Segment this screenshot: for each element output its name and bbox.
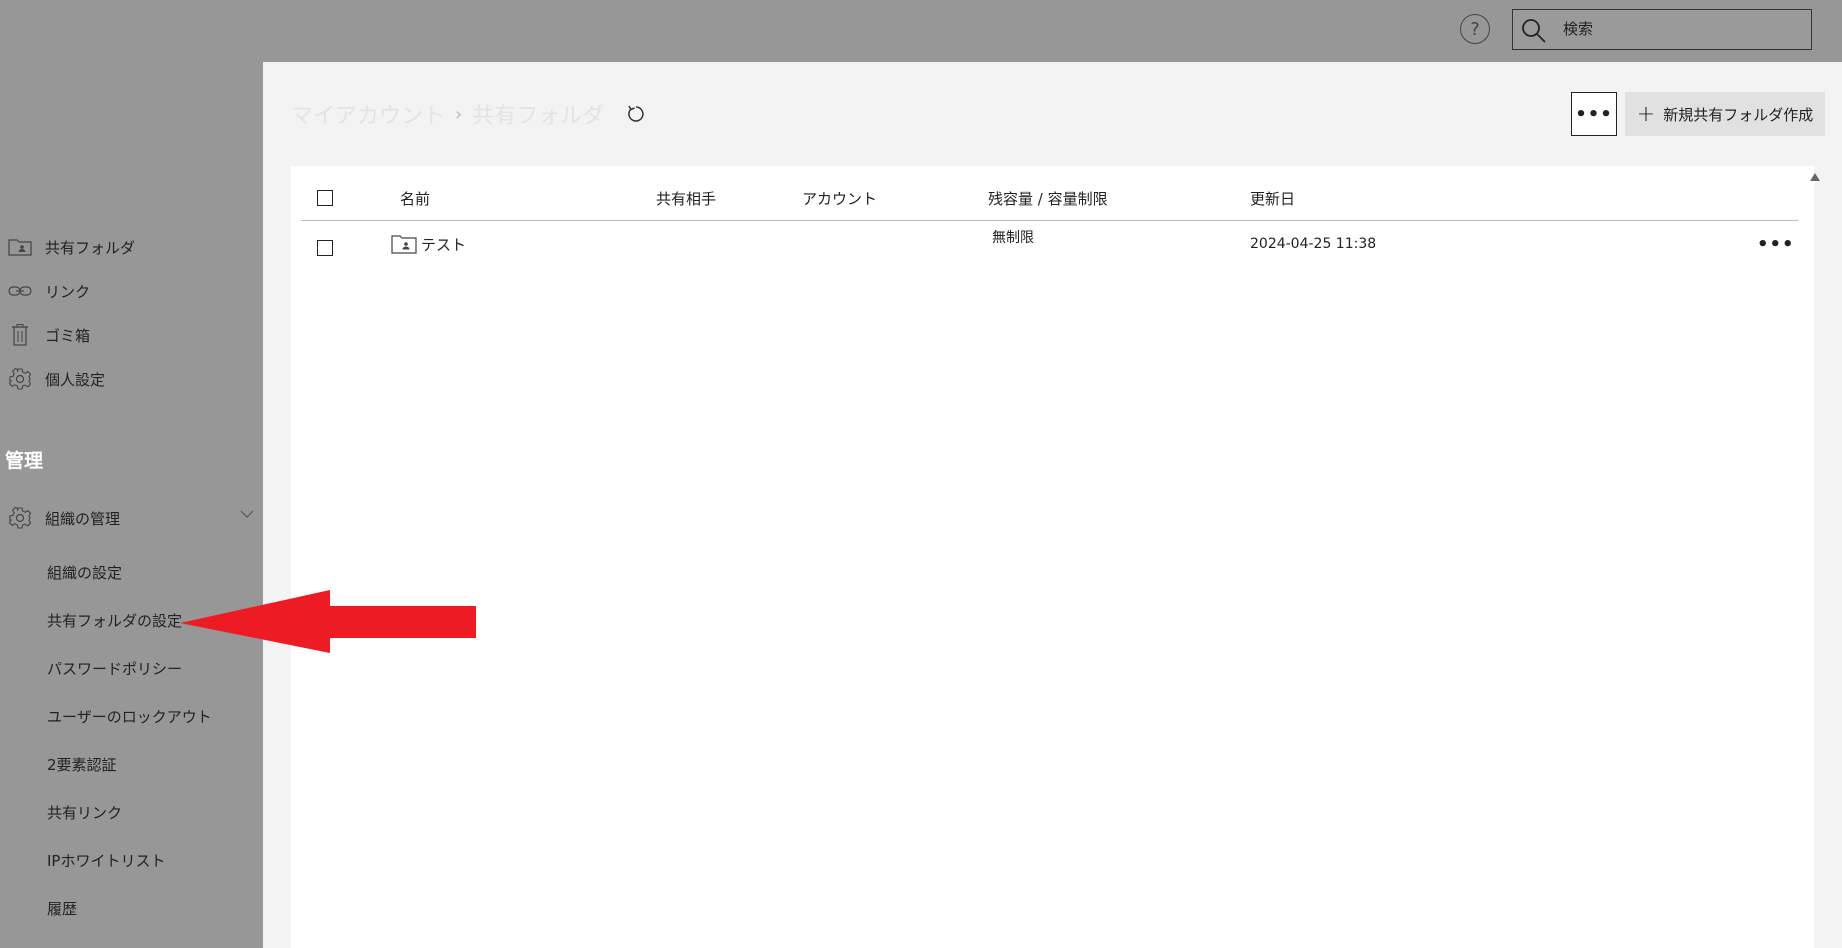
- sidebar-subitem-shared-links[interactable]: 共有リンク: [47, 798, 122, 826]
- scroll-up-arrow[interactable]: [1810, 173, 1820, 181]
- sidebar-subitem-two-factor-auth[interactable]: 2要素認証: [47, 750, 117, 778]
- shared-folder-icon: [391, 234, 417, 258]
- breadcrumb-separator: ›: [455, 103, 463, 125]
- sidebar-item-label: 組織の管理: [45, 509, 121, 528]
- sidebar-item-personal-settings[interactable]: 個人設定: [0, 363, 263, 395]
- column-header-shared-with[interactable]: 共有相手: [656, 188, 716, 209]
- gear-icon: [7, 367, 33, 391]
- select-all-checkbox[interactable]: [317, 190, 333, 206]
- sidebar-item-label: リンク: [45, 282, 91, 301]
- search-input[interactable]: [1563, 16, 1803, 42]
- shared-folder-icon: [7, 235, 33, 259]
- sidebar-subitem-user-lockout[interactable]: ユーザーのロックアウト: [47, 702, 212, 730]
- search-icon: [1522, 19, 1546, 43]
- chevron-down-icon: [240, 510, 254, 518]
- breadcrumb-my-account[interactable]: マイアカウント: [291, 98, 445, 130]
- search-box[interactable]: [1512, 9, 1812, 50]
- annotation-arrow: [180, 590, 476, 653]
- folder-table: 名前 共有相手 アカウント 残容量 / 容量制限 更新日 テスト 無制限 202…: [291, 166, 1814, 948]
- row-checkbox[interactable]: [317, 240, 333, 256]
- new-shared-folder-label: 新規共有フォルダ作成: [1663, 105, 1814, 124]
- trash-icon: [7, 323, 33, 347]
- sidebar-item-shared-folders[interactable]: 共有フォルダ: [0, 231, 263, 263]
- table-row[interactable]: テスト 無制限 2024-04-25 11:38 •••: [301, 222, 1798, 268]
- sidebar-item-org-management[interactable]: 組織の管理: [0, 502, 263, 534]
- column-header-name[interactable]: 名前: [400, 188, 430, 209]
- sidebar-item-label: 個人設定: [45, 370, 106, 389]
- breadcrumb: マイアカウント › 共有フォルダ: [291, 98, 646, 130]
- updated-cell: 2024-04-25 11:38: [1250, 236, 1377, 252]
- column-header-updated[interactable]: 更新日: [1250, 188, 1295, 209]
- section-title-admin: 管理: [5, 450, 44, 472]
- table-header: 名前 共有相手 アカウント 残容量 / 容量制限 更新日: [301, 166, 1798, 221]
- sidebar-item-label: ゴミ箱: [45, 326, 91, 345]
- more-options-button[interactable]: •••: [1571, 92, 1617, 136]
- folder-name[interactable]: テスト: [421, 234, 466, 255]
- row-more-options-button[interactable]: •••: [1757, 234, 1795, 255]
- sidebar-item-trash[interactable]: ゴミ箱: [0, 319, 263, 351]
- help-button[interactable]: ?: [1460, 14, 1490, 44]
- gear-icon: [7, 506, 33, 530]
- sidebar: 共有フォルダ リンク ゴミ箱 個人設定 管理 組織の管理 組織の設定 共有フォル…: [0, 62, 263, 948]
- breadcrumb-shared-folders: 共有フォルダ: [472, 104, 605, 129]
- sidebar-item-links[interactable]: リンク: [0, 275, 263, 307]
- column-header-account[interactable]: アカウント: [802, 188, 877, 209]
- sidebar-item-label: 共有フォルダ: [45, 238, 136, 257]
- link-icon: [7, 279, 33, 303]
- sidebar-subitem-shared-folder-settings[interactable]: 共有フォルダの設定: [47, 606, 182, 634]
- top-bar: ?: [0, 0, 1842, 62]
- new-shared-folder-button[interactable]: + 新規共有フォルダ作成: [1625, 92, 1825, 136]
- column-header-capacity[interactable]: 残容量 / 容量制限: [988, 188, 1108, 209]
- sidebar-subitem-ip-whitelist[interactable]: IPホワイトリスト: [47, 846, 165, 874]
- plus-icon: +: [1636, 101, 1656, 127]
- sidebar-subitem-org-settings[interactable]: 組織の設定: [47, 558, 122, 586]
- sidebar-subitem-history[interactable]: 履歴: [47, 894, 77, 922]
- main-panel: マイアカウント › 共有フォルダ ••• + 新規共有フォルダ作成 名前 共有相…: [263, 62, 1842, 948]
- sidebar-subitem-password-policy[interactable]: パスワードポリシー: [47, 654, 182, 682]
- refresh-icon[interactable]: [626, 104, 646, 124]
- capacity-cell: 無制限: [992, 230, 1034, 246]
- help-icon: ?: [1470, 18, 1480, 40]
- more-horizontal-icon: •••: [1575, 103, 1613, 125]
